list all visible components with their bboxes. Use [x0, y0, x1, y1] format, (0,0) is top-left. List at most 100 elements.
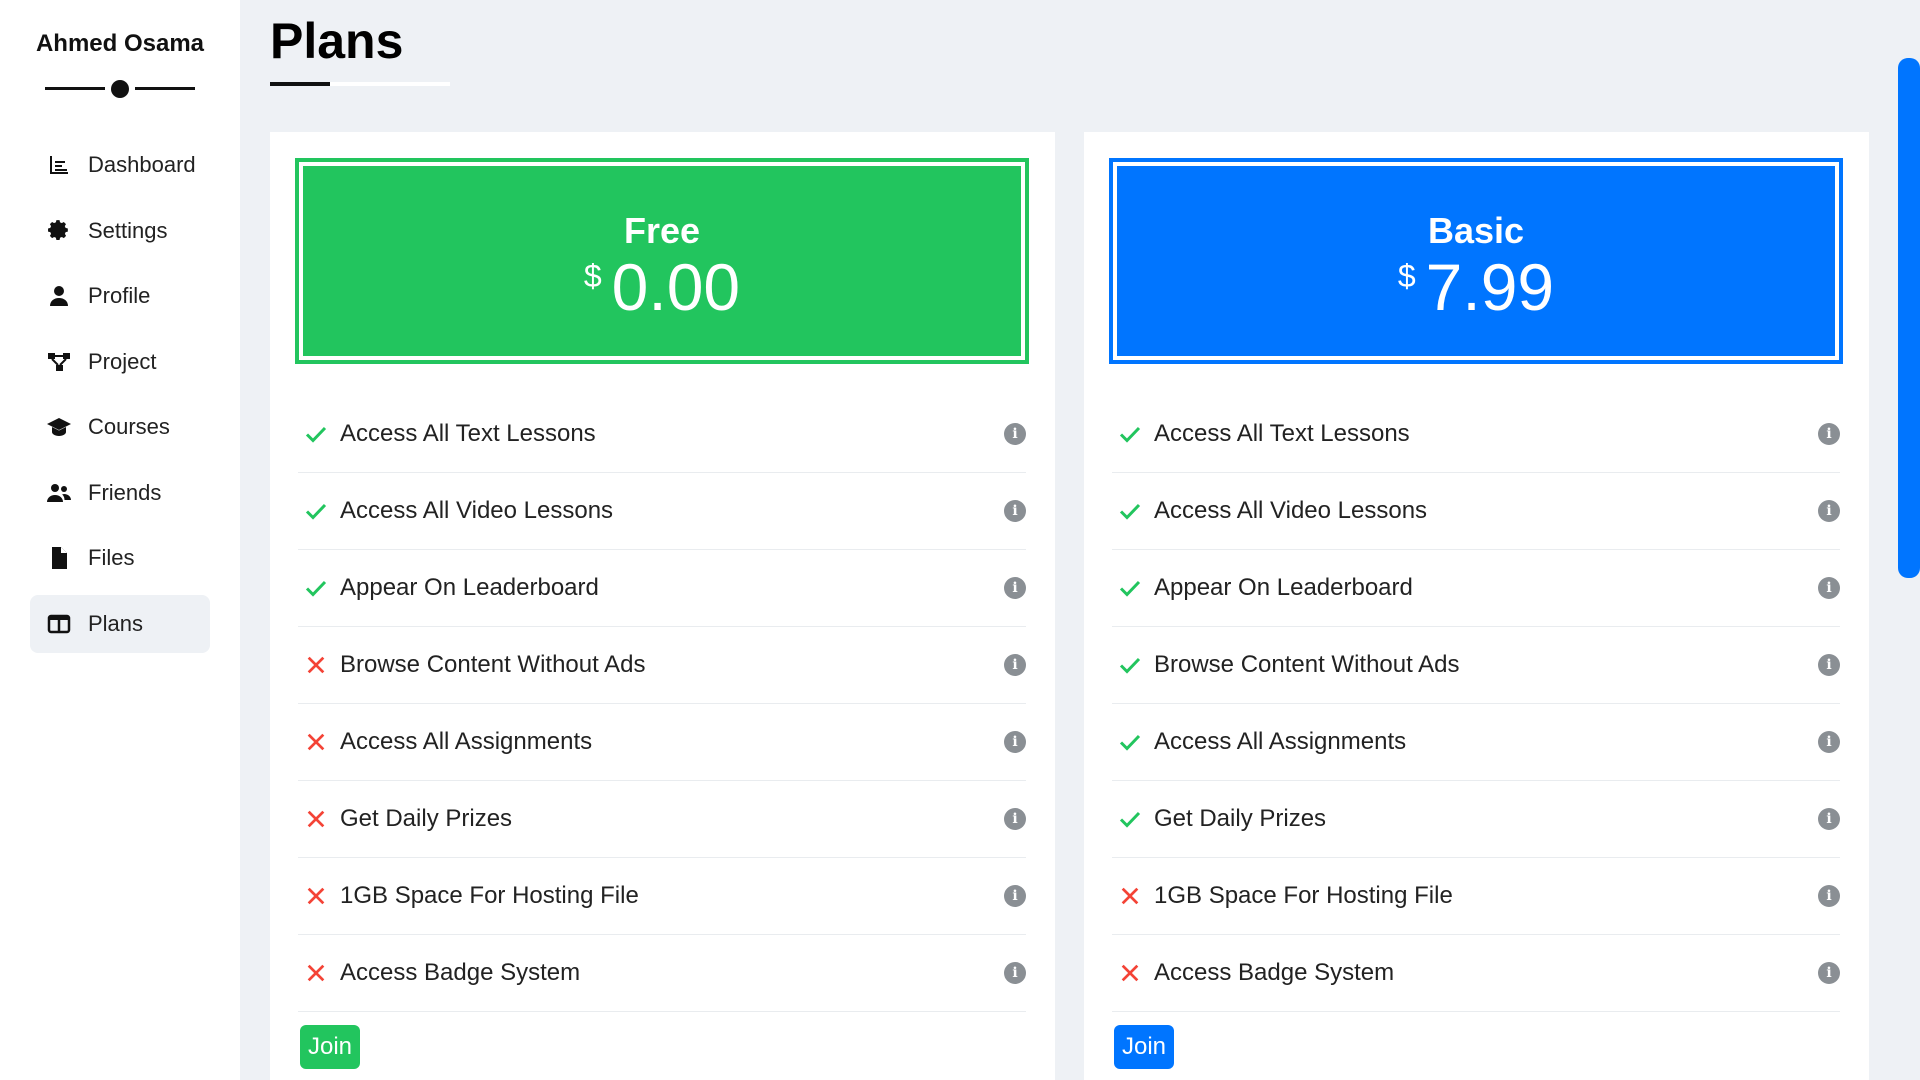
diagram-icon — [46, 349, 72, 375]
feature-label: Access All Assignments — [1154, 728, 1407, 755]
info-icon[interactable]: i — [1818, 654, 1840, 676]
sidebar-item-courses[interactable]: Courses — [30, 398, 210, 456]
close-icon — [1116, 882, 1144, 910]
info-icon[interactable]: i — [1004, 423, 1026, 445]
graduation-cap-icon — [46, 414, 72, 440]
brand-divider-left — [45, 87, 105, 90]
check-icon — [1116, 805, 1144, 833]
sidebar-item-label: Plans — [88, 610, 144, 636]
feature-list: Access All Text Lessons i Access All Vid… — [298, 396, 1026, 1012]
close-icon — [302, 651, 330, 679]
feature-label: Access Badge System — [340, 959, 581, 986]
plan-header: Basic $ 7.99 — [1109, 158, 1843, 364]
chart-icon — [46, 152, 72, 178]
sidebar: Ahmed Osama Dashboard Settings Profile P… — [0, 0, 240, 1080]
feature-label: Access All Assignments — [340, 728, 593, 755]
close-icon — [1116, 959, 1144, 987]
list-item: Access All Text Lessons i — [298, 396, 1026, 473]
file-icon — [46, 545, 72, 571]
feature-label: Get Daily Prizes — [1154, 805, 1327, 832]
join-button[interactable]: Join — [300, 1025, 361, 1069]
gear-icon — [46, 218, 72, 244]
users-icon — [46, 480, 72, 506]
check-icon — [1116, 574, 1144, 602]
check-icon — [302, 497, 330, 525]
list-item: Access Badge System i — [298, 935, 1026, 1012]
check-icon — [1116, 420, 1144, 448]
sidebar-item-profile[interactable]: Profile — [30, 267, 210, 325]
sidebar-item-label: Project — [88, 348, 157, 374]
feature-label: 1GB Space For Hosting File — [1154, 882, 1453, 909]
list-item: Access All Assignments i — [298, 704, 1026, 781]
sidebar-item-project[interactable]: Project — [30, 333, 210, 391]
list-item: Access All Text Lessons i — [1112, 396, 1840, 473]
table-columns-icon — [46, 611, 72, 637]
list-item: 1GB Space For Hosting File i — [298, 858, 1026, 935]
close-icon — [302, 805, 330, 833]
info-icon[interactable]: i — [1004, 885, 1026, 907]
join-button[interactable]: Join — [1114, 1025, 1175, 1069]
user-icon — [46, 283, 72, 309]
list-item: Access All Video Lessons i — [298, 473, 1026, 550]
list-item: Appear On Leaderboard i — [298, 550, 1026, 627]
sidebar-nav: Dashboard Settings Profile Project Cours… — [30, 136, 210, 660]
feature-label: 1GB Space For Hosting File — [340, 882, 639, 909]
list-item: Appear On Leaderboard i — [1112, 550, 1840, 627]
feature-label: Access Badge System — [1154, 959, 1395, 986]
sidebar-item-plans[interactable]: Plans — [30, 594, 210, 653]
info-icon[interactable]: i — [1818, 885, 1840, 907]
list-item: Access All Video Lessons i — [1112, 473, 1840, 550]
plan-name: Free — [623, 210, 701, 251]
list-item: Browse Content Without Ads i — [1112, 627, 1840, 704]
feature-label: Appear On Leaderboard — [1154, 574, 1413, 601]
feature-label: Appear On Leaderboard — [340, 574, 599, 601]
brand-divider-dot — [111, 80, 129, 98]
info-icon[interactable]: i — [1004, 577, 1026, 599]
list-item: 1GB Space For Hosting File i — [1112, 858, 1840, 935]
info-icon[interactable]: i — [1004, 808, 1026, 830]
info-icon[interactable]: i — [1818, 808, 1840, 830]
list-item: Access Badge System i — [1112, 935, 1840, 1012]
title-underline — [270, 82, 330, 86]
info-icon[interactable]: i — [1818, 500, 1840, 522]
plan-price: $ 7.99 — [1398, 254, 1554, 320]
info-icon[interactable]: i — [1818, 577, 1840, 599]
list-item: Get Daily Prizes i — [298, 781, 1026, 858]
list-item: Browse Content Without Ads i — [298, 627, 1026, 704]
page-title: Plans — [270, 13, 404, 69]
info-icon[interactable]: i — [1004, 654, 1026, 676]
brand-divider-right — [135, 87, 195, 90]
info-icon[interactable]: i — [1004, 962, 1026, 984]
sidebar-item-settings[interactable]: Settings — [30, 202, 210, 260]
info-icon[interactable]: i — [1818, 731, 1840, 753]
plan-header-fill: Free $ 0.00 — [303, 166, 1021, 356]
info-icon[interactable]: i — [1004, 731, 1026, 753]
sidebar-item-label: Files — [88, 545, 135, 570]
brand-name: Ahmed Osama — [35, 30, 205, 57]
sidebar-item-label: Settings — [88, 217, 168, 243]
feature-label: Access All Video Lessons — [1154, 497, 1428, 524]
plan-card-free: Free $ 0.00 Access All Text Lessons i Ac… — [270, 132, 1055, 1080]
info-icon[interactable]: i — [1818, 962, 1840, 984]
feature-label: Get Daily Prizes — [340, 805, 513, 832]
check-icon — [302, 574, 330, 602]
sidebar-item-friends[interactable]: Friends — [30, 464, 210, 522]
info-icon[interactable]: i — [1004, 500, 1026, 522]
sidebar-item-files[interactable]: Files — [30, 529, 210, 587]
scrollbar-thumb[interactable] — [1898, 58, 1920, 578]
feature-label: Browse Content Without Ads — [340, 651, 646, 678]
sidebar-item-label: Friends — [88, 479, 162, 505]
check-icon — [1116, 497, 1144, 525]
scrollbar-track[interactable] — [1898, 0, 1920, 1080]
info-icon[interactable]: i — [1818, 423, 1840, 445]
currency-symbol: $ — [583, 258, 602, 294]
feature-label: Access All Text Lessons — [1154, 420, 1410, 447]
feature-list: Access All Text Lessons i Access All Vid… — [1112, 396, 1840, 1012]
sidebar-item-label: Dashboard — [88, 152, 196, 177]
feature-label: Access All Text Lessons — [340, 420, 596, 447]
close-icon — [302, 882, 330, 910]
sidebar-item-label: Profile — [88, 283, 151, 308]
sidebar-item-dashboard[interactable]: Dashboard — [30, 136, 210, 194]
plan-card-basic: Basic $ 7.99 Access All Text Lessons i A… — [1084, 132, 1869, 1080]
price-amount: 7.99 — [1425, 250, 1555, 324]
